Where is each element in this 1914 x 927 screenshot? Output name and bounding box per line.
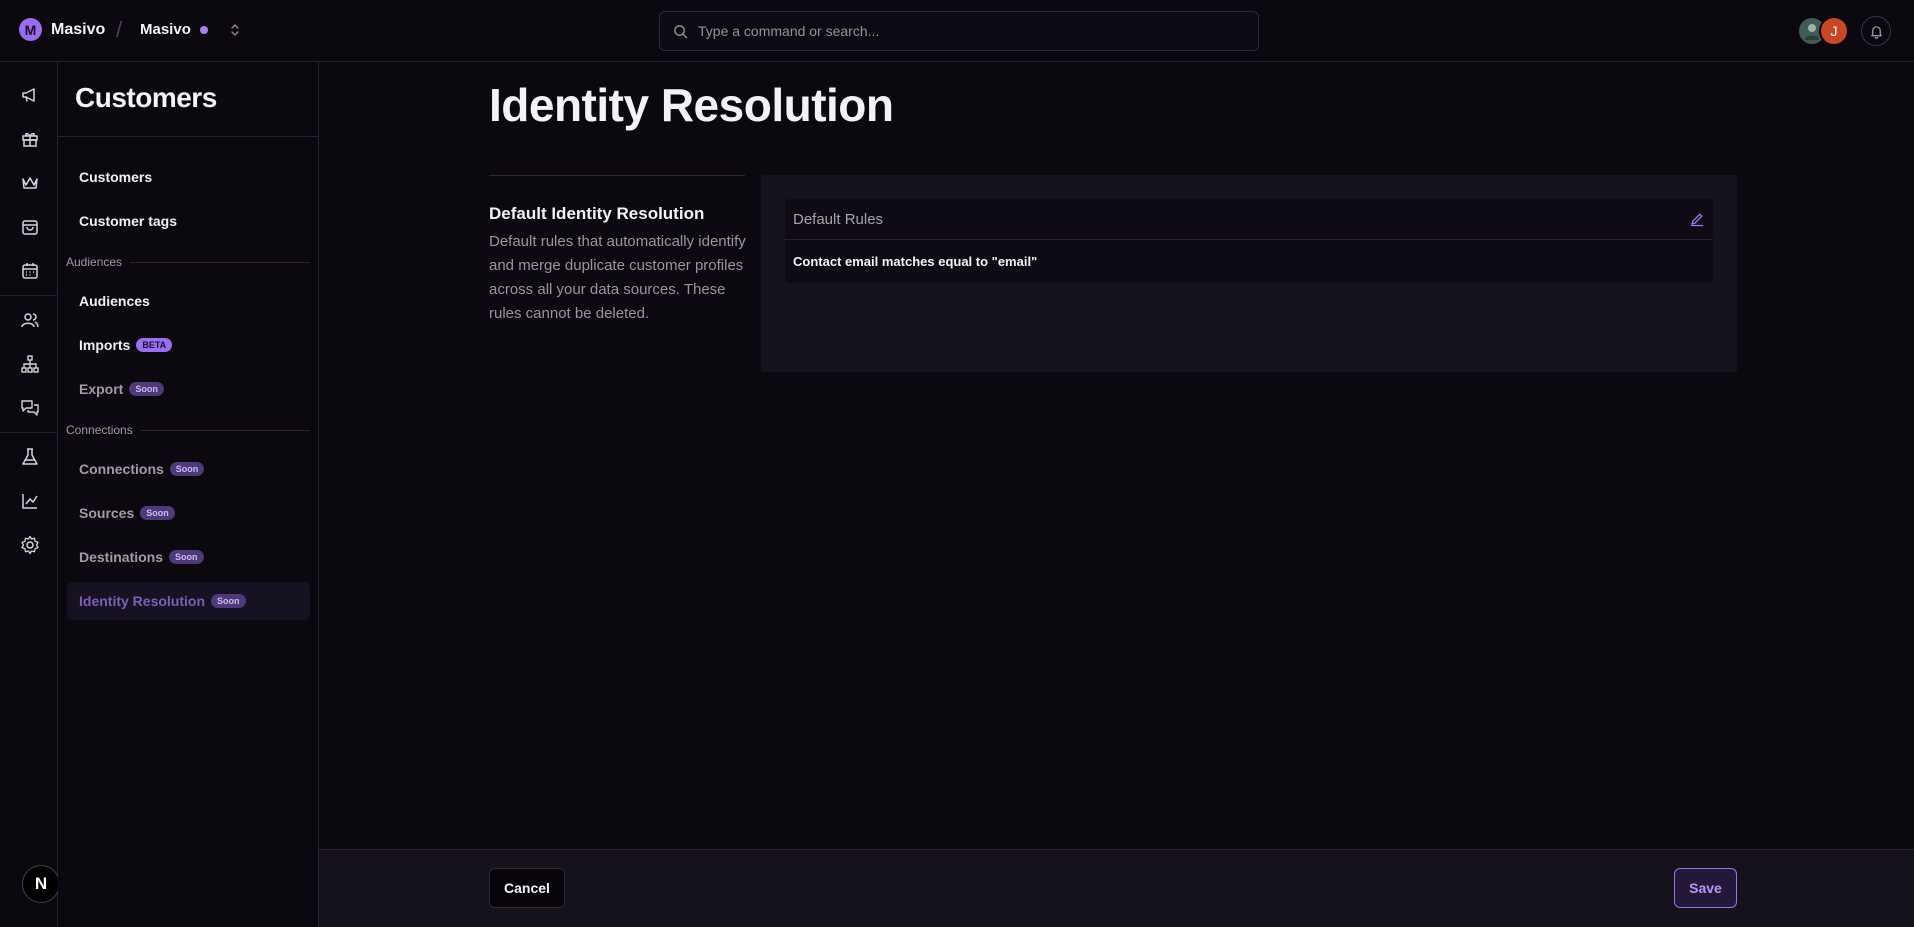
sidebar-item-label: Destinations <box>79 549 164 565</box>
sidebar-title: Customers <box>75 82 217 113</box>
pencil-icon[interactable] <box>1689 211 1705 227</box>
sidebar-item-label: Connections <box>79 461 164 477</box>
soon-badge: Soon <box>211 594 246 608</box>
notifications-button[interactable] <box>1861 16 1891 46</box>
sidebar-item-label: Customers <box>79 169 153 185</box>
breadcrumb-separator: / <box>116 17 123 42</box>
beta-badge: BETA <box>136 338 173 352</box>
chevron-up-down-icon <box>231 23 239 36</box>
line-chart-icon[interactable] <box>19 490 41 512</box>
divider <box>58 136 318 137</box>
rule-item: Contact email matches equal to "email" <box>793 254 1038 269</box>
gift-icon[interactable] <box>19 128 41 150</box>
divider <box>785 239 1713 240</box>
sidebar-item-destinations[interactable]: Destinations Soon <box>67 538 310 576</box>
section-sidebar: Customers Customers Customer tags Audien… <box>58 62 319 927</box>
sidebar-item-audiences[interactable]: Audiences <box>67 282 310 320</box>
section-label-text: Audiences <box>66 255 123 269</box>
section-description: Default rules that automatically identif… <box>489 233 746 322</box>
sidebar-item-imports[interactable]: Imports BETA <box>67 326 310 364</box>
sidebar-item-identity-resolution[interactable]: Identity Resolution Soon <box>67 582 310 620</box>
sidebar-item-export[interactable]: Export Soon <box>67 370 310 408</box>
sidebar-item-label: Export <box>79 381 124 397</box>
cancel-button[interactable]: Cancel <box>489 868 565 908</box>
sidebar-item-label: Customer tags <box>79 213 178 229</box>
soon-badge: Soon <box>129 382 164 396</box>
sidebar-item-customers[interactable]: Customers <box>67 158 310 196</box>
section-label-audiences: Audiences <box>66 255 310 269</box>
gear-icon[interactable] <box>19 534 41 556</box>
section-title: Default Identity Resolution <box>489 204 705 223</box>
rules-card-title: Default Rules <box>793 211 884 228</box>
sidebar-item-label: Sources <box>79 505 135 521</box>
brand[interactable]: M Masivo <box>19 18 105 41</box>
sidebar-item-sources[interactable]: Sources Soon <box>67 494 310 532</box>
divider <box>140 429 310 431</box>
brand-name: Masivo <box>51 20 106 38</box>
divider <box>130 261 310 263</box>
user-avatars[interactable]: J <box>1797 16 1849 46</box>
rail-divider <box>0 432 58 433</box>
top-bar: M Masivo / Masivo J <box>0 0 1914 62</box>
rules-panel: Default Rules Contact email matches equa… <box>761 175 1737 372</box>
sidebar-item-label: Audiences <box>79 293 150 309</box>
flask-icon[interactable] <box>19 446 41 468</box>
hierarchy-icon[interactable] <box>19 353 41 375</box>
section-label-connections: Connections <box>66 423 310 437</box>
divider <box>489 175 745 176</box>
brand-logo: M <box>19 18 42 41</box>
shopping-bag-icon[interactable] <box>19 216 41 238</box>
soon-badge: Soon <box>169 462 205 476</box>
command-search[interactable] <box>659 11 1259 51</box>
section-label-text: Connections <box>66 423 133 437</box>
soon-badge: Soon <box>140 506 175 520</box>
icon-rail: N <box>0 62 60 927</box>
sidebar-item-label: Identity Resolution <box>79 593 205 609</box>
users-icon[interactable] <box>19 309 41 331</box>
workspace-name: Masivo <box>140 21 191 38</box>
dev-tools-badge[interactable]: N <box>22 865 60 903</box>
footer-bar: Cancel Save <box>319 849 1914 927</box>
soon-badge: Soon <box>169 550 204 564</box>
default-rules-card: Default Rules Contact email matches equa… <box>785 199 1713 283</box>
rail-divider <box>0 295 58 296</box>
sidebar-item-label: Imports <box>79 337 131 353</box>
search-icon <box>674 24 688 38</box>
main-content: Identity Resolution Default Identity Res… <box>319 62 1914 849</box>
megaphone-icon[interactable] <box>19 84 41 106</box>
workspace-status-dot <box>199 25 208 34</box>
save-button[interactable]: Save <box>1674 868 1737 908</box>
crown-icon[interactable] <box>19 172 41 194</box>
avatar[interactable]: J <box>1819 16 1849 46</box>
chat-icon[interactable] <box>19 397 41 419</box>
page-title: Identity Resolution <box>489 79 894 131</box>
sidebar-item-connections[interactable]: Connections Soon <box>67 450 310 488</box>
search-input[interactable] <box>698 23 1238 39</box>
sidebar-item-customer-tags[interactable]: Customer tags <box>67 202 310 240</box>
bell-icon <box>1870 25 1882 39</box>
workspace-switcher[interactable]: Masivo <box>140 21 241 38</box>
calendar-icon[interactable] <box>19 260 41 282</box>
